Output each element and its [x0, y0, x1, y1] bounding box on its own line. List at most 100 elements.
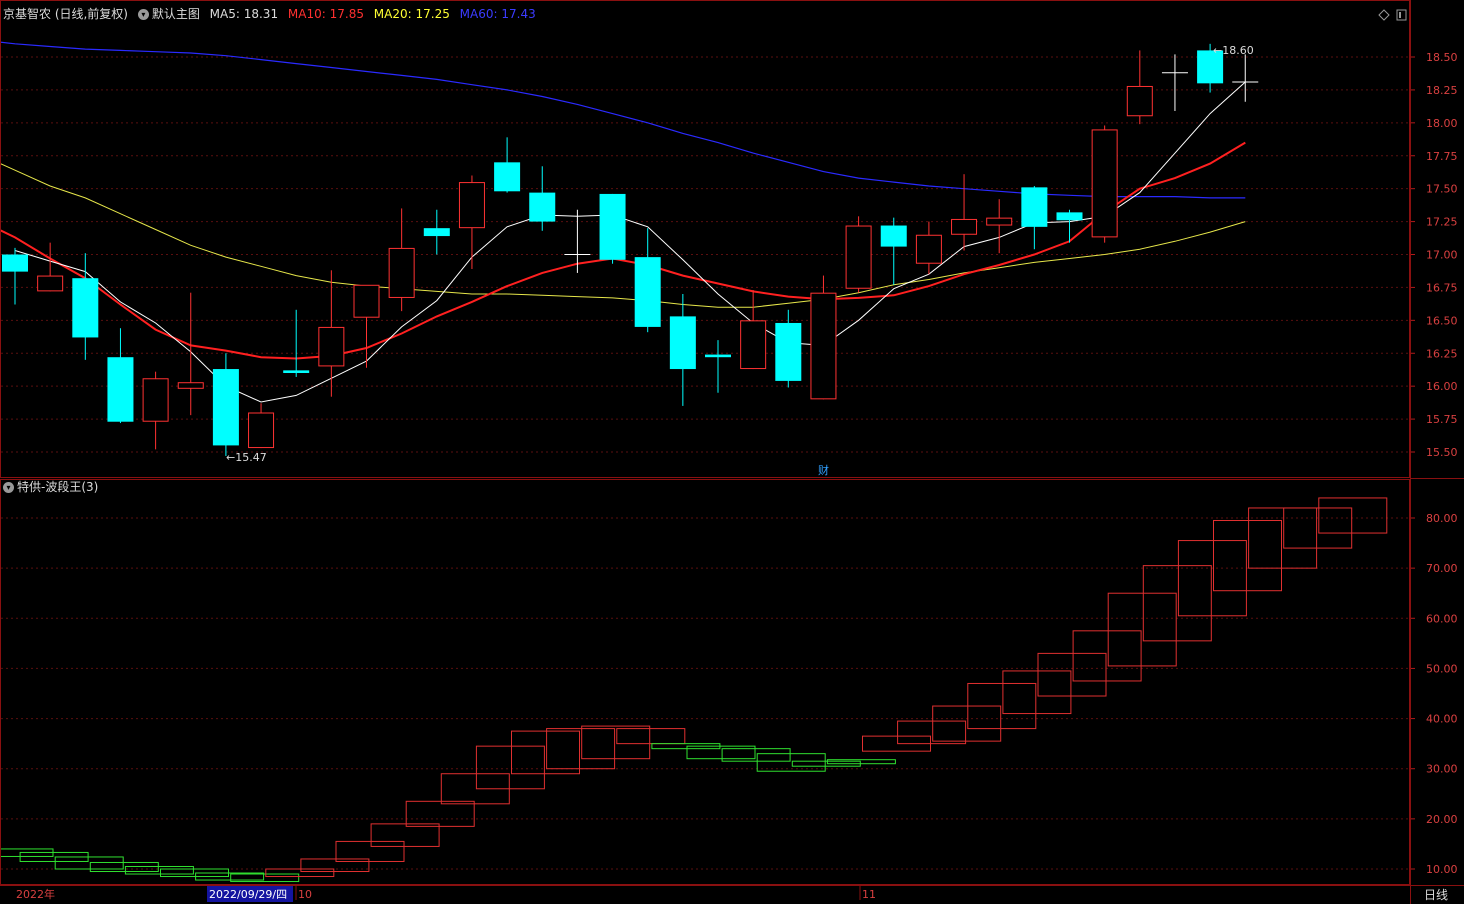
candle-body: [1091, 129, 1118, 238]
wave-brick: [1072, 630, 1142, 682]
wave-brick: [826, 759, 896, 765]
wave-brick: [1248, 507, 1318, 569]
wave-brick: [1142, 565, 1212, 642]
price-axis-layer: 18.50 18.25 18.00 17.75 17.50 17.25 17.00 16.75…: [1410, 51, 1458, 876]
wave-brick: [1107, 592, 1177, 667]
candle: [951, 174, 978, 251]
wave-brick: [335, 840, 405, 862]
candle-body: [845, 225, 872, 289]
ma60-value: MA60: 17.43: [459, 7, 536, 21]
candle-body: [423, 228, 450, 237]
ma10-value: MA10: 17.85: [287, 7, 364, 21]
price-tick-label: 16.75: [1426, 281, 1458, 294]
wave-brick: [89, 861, 159, 873]
candle-body: [951, 218, 978, 235]
candle-body: [142, 378, 169, 422]
wave-brick: [1037, 652, 1107, 697]
candle: [1126, 50, 1153, 125]
price-tick-label: 18.00: [1426, 117, 1458, 130]
wave-brick: [1002, 670, 1072, 715]
candle-body: [669, 316, 696, 370]
candle: [1021, 186, 1048, 250]
wave-brick: [405, 800, 475, 827]
candle-body: [986, 217, 1013, 226]
candle-body: [810, 292, 837, 400]
stock-title: 京基智农 (日线,前复权): [3, 7, 128, 21]
wave-brick: [1318, 497, 1388, 534]
price-tick-label: 16.00: [1426, 380, 1458, 393]
wave-brick: [300, 858, 370, 873]
candle: [986, 199, 1013, 254]
wave-brick: [721, 748, 791, 762]
wave-tick-label: 40.00: [1426, 713, 1458, 726]
candle: [37, 242, 64, 292]
candle: [669, 294, 696, 406]
candle-body: [880, 225, 907, 247]
period-label[interactable]: 日线: [1424, 888, 1448, 902]
price-tick-label: 17.00: [1426, 249, 1458, 262]
candle: [353, 284, 380, 368]
candle-body: [458, 182, 485, 229]
wave-brick: [1283, 507, 1353, 549]
chart-canvas[interactable]: 18.50 18.25 18.00 17.75 17.50 17.25 17.00 16.75…: [0, 0, 1464, 904]
price-tick-label: 16.25: [1426, 347, 1458, 360]
grid-layer: [1, 56, 1409, 870]
wave-tick-label: 10.00: [1426, 863, 1458, 876]
candle: [177, 292, 204, 416]
candle: [388, 208, 415, 312]
ma5-line: [14, 81, 1246, 403]
candle: [705, 340, 731, 393]
candle-body: [634, 257, 661, 327]
candle: [2, 247, 28, 305]
candle-body: [2, 254, 28, 272]
header-right-icons[interactable]: [1378, 9, 1407, 21]
wave-brick: [897, 720, 967, 745]
price-tick-label: 16.50: [1426, 314, 1458, 327]
candle: [529, 166, 556, 231]
price-tick-label: 15.50: [1426, 446, 1458, 459]
sub-chart-header: ▾ 特供-波段王(3): [3, 478, 98, 496]
wave-brick: [1177, 540, 1247, 617]
candle-body: [318, 326, 345, 367]
candle-body: [599, 193, 626, 260]
candle-body: [353, 284, 380, 318]
month-oct-label: 10: [298, 888, 312, 901]
candle: [142, 371, 169, 450]
candle-body: [705, 354, 731, 358]
indicator-title[interactable]: 特供-波段王(3): [17, 480, 98, 494]
candle-body: [388, 247, 415, 298]
candle-body: [1056, 212, 1083, 221]
candle-body: [1126, 85, 1153, 117]
ma20-value: MA20: 17.25: [373, 7, 450, 21]
candle-body: [740, 320, 767, 370]
price-tick-label: 18.50: [1426, 51, 1458, 64]
candle-body: [72, 278, 99, 338]
candle: [107, 328, 134, 424]
wave-brick: [475, 745, 545, 790]
wave-indicator-layer: [0, 497, 1388, 883]
candle: [248, 403, 275, 449]
template-label[interactable]: 默认主图: [152, 7, 200, 21]
template-dropdown-icon[interactable]: ▾: [137, 9, 149, 20]
wave-tick-label: 80.00: [1426, 512, 1458, 525]
month-nov-label: 11: [862, 888, 876, 901]
wave-brick: [686, 745, 756, 760]
candle-body: [107, 357, 134, 422]
cursor-date-label: 2022/09/29/四: [209, 888, 287, 901]
wave-brick: [370, 823, 440, 847]
candle: [423, 209, 450, 255]
indicator-dropdown-icon[interactable]: ▾: [3, 482, 14, 493]
wave-brick: [511, 730, 580, 775]
candle-body: [915, 234, 942, 264]
price-tick-label: 18.25: [1426, 84, 1458, 97]
wave-tick-label: 70.00: [1426, 562, 1458, 575]
candle: [1091, 125, 1118, 243]
candle-body: [494, 162, 521, 192]
wave-brick: [581, 725, 651, 760]
wave-tick-label: 60.00: [1426, 612, 1458, 625]
candle: [212, 353, 239, 456]
price-tick-label: 15.75: [1426, 413, 1458, 426]
candle: [845, 216, 872, 293]
finance-marker[interactable]: 财: [818, 463, 829, 477]
candle-body: [283, 370, 310, 373]
